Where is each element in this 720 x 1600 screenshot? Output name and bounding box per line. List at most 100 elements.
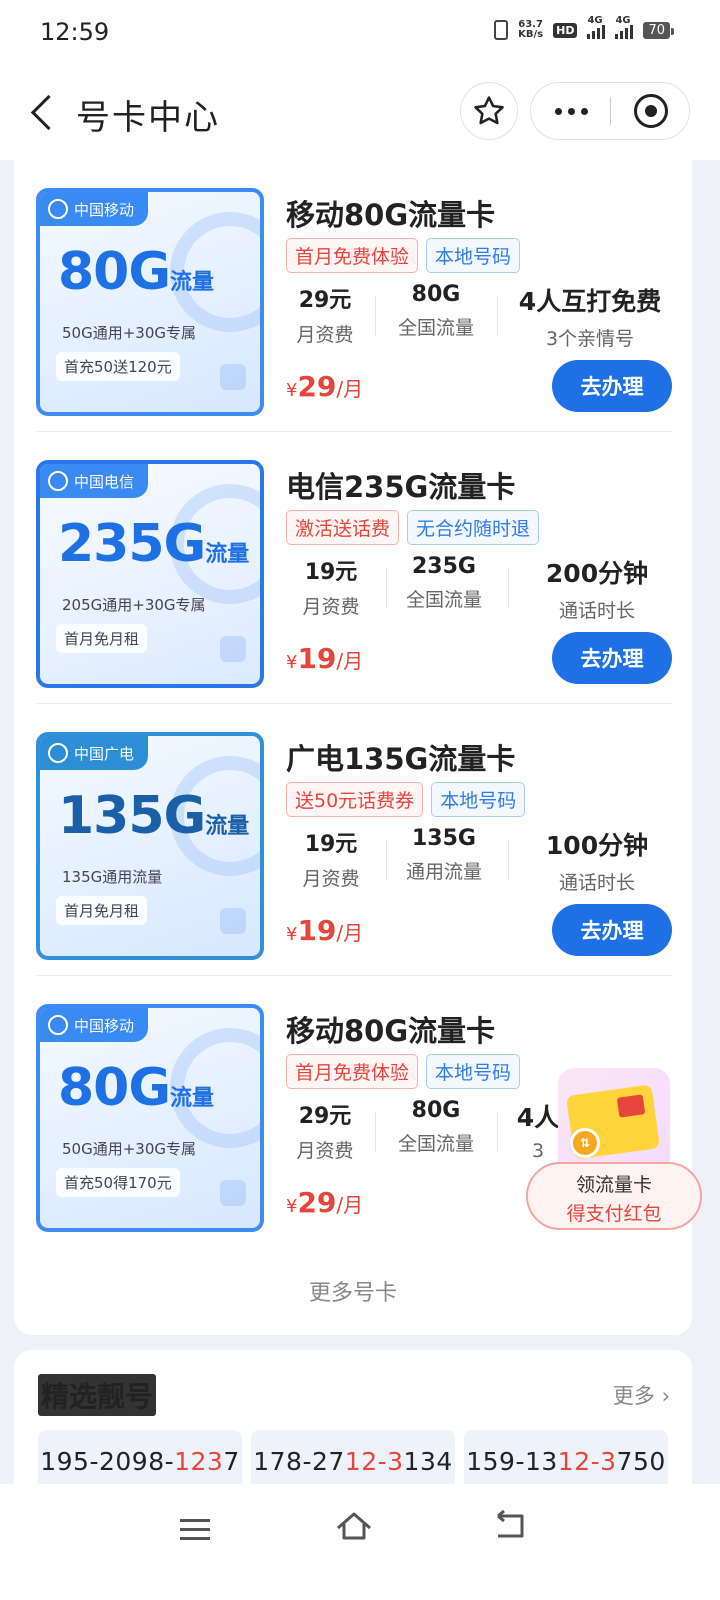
carrier-badge: 中国广电 [40, 736, 149, 770]
number-option[interactable]: 159-13 12-3 750 [464, 1430, 668, 1492]
page-title: 号卡中心 [76, 98, 220, 138]
card-specs: 29元 月资费 80G 全国流量 4人互打免费 3个亲情号 [286, 282, 672, 350]
carrier-badge: 中国电信 [40, 464, 149, 498]
promo-tag: 激活送话费 [286, 510, 400, 545]
sim-chip-icon [220, 364, 246, 390]
sim-chip-icon [220, 1180, 246, 1206]
card-tags: 送50元话费券 本地号码 [286, 782, 526, 817]
sim1-label: 4G [587, 15, 603, 26]
card-thumbnail: 中国广电 135G流量 135G通用流量 首月免月租 [36, 732, 264, 960]
spec-data: 235G 全国流量 [405, 554, 482, 611]
system-nav-bar [0, 1484, 720, 1600]
spec-extra: 100分钟 通话时长 [545, 831, 649, 894]
sim-chip-icon [220, 908, 246, 934]
feature-tag: 本地号码 [426, 1054, 521, 1089]
signal-icon-sim2: 4G [615, 15, 634, 39]
card-name: 广电135G流量卡 [286, 742, 516, 776]
thumbnail-data-amount: 80G流量 [58, 242, 215, 302]
thumbnail-data-amount: 80G流量 [58, 1058, 215, 1118]
card-thumbnail: 中国电信 235G流量 205G通用+30G专属 首月免月租 [36, 460, 264, 688]
card-tags: 首月免费体验 本地号码 [286, 238, 521, 273]
sim2-label: 4G [615, 15, 631, 26]
more-cards-link[interactable]: 更多号卡 [14, 1275, 692, 1307]
carrier-badge: 中国移动 [40, 1008, 149, 1042]
thumbnail-offer: 首充50送120元 [56, 352, 180, 381]
target-icon [634, 94, 668, 128]
card-name: 移动80G流量卡 [286, 198, 496, 232]
system-icons: 63.7 KB/s HD 4G 4G 70 [494, 15, 674, 40]
spec-extra: 200分钟 通话时长 [545, 559, 649, 622]
more-numbers-link[interactable]: 更多 › [613, 1380, 670, 1410]
spec-data: 80G 全国流量 [397, 282, 474, 339]
spec-fee: 29元 月资费 [296, 1104, 354, 1162]
promo-tag: 首月免费体验 [286, 238, 419, 273]
china-mobile-logo-icon [48, 199, 68, 219]
thumbnail-offer: 首月免月租 [56, 624, 148, 653]
thumbnail-detail: 50G通用+30G专属 [62, 1140, 196, 1158]
card-info: 电信235G流量卡 激活送话费 无合约随时退 19元 月资费 235G 全国流量 2… [286, 432, 672, 704]
card-price: ¥29/月 [286, 1186, 364, 1219]
recent-apps-icon[interactable] [180, 1514, 214, 1544]
back-arrow-icon[interactable] [24, 92, 64, 132]
number-option[interactable]: 178-27 12-3 134 [251, 1430, 455, 1492]
promo-line1: 领流量卡 [575, 1174, 652, 1196]
spec-data: 135G 通用流量 [405, 826, 482, 883]
transfer-icon: ⇅ [570, 1128, 600, 1158]
battery-icon: 70 [643, 21, 674, 39]
card-item[interactable]: 中国电信 235G流量 205G通用+30G专属 首月免月租 电信235G流量卡… [36, 432, 672, 704]
section-title: 精选靓号 [38, 1374, 157, 1416]
capsule-menu [530, 82, 690, 140]
close-mini-program-button[interactable] [611, 83, 691, 139]
hd-icon: HD [553, 22, 578, 38]
china-telecom-logo-icon [48, 471, 68, 491]
thumbnail-detail: 135G通用流量 [62, 868, 163, 886]
feature-tag: 本地号码 [426, 238, 521, 273]
spec-fee: 19元 月资费 [302, 832, 360, 890]
thumbnail-detail: 50G通用+30G专属 [62, 324, 196, 342]
apply-button[interactable]: 去办理 [552, 360, 672, 412]
card-item[interactable]: 中国移动 80G流量 50G通用+30G专属 首充50送120元 移动80G流量… [36, 160, 672, 432]
card-price: ¥29/月 [286, 370, 364, 403]
spec-extra: 4人互打免费 3个亲情号 [518, 287, 662, 350]
card-info: 移动80G流量卡 首月免费体验 本地号码 29元 月资费 80G 全国流量 4人互打… [286, 160, 672, 432]
network-speed: 63.7 KB/s [518, 20, 543, 40]
promo-tag: 首月免费体验 [286, 1054, 419, 1089]
feature-tag: 无合约随时退 [407, 510, 540, 545]
card-price: ¥19/月 [286, 642, 364, 675]
thumbnail-data-amount: 235G流量 [58, 514, 250, 574]
apply-button[interactable]: 去办理 [552, 632, 672, 684]
signal-icon-sim1: 4G [587, 15, 606, 39]
chevron-right-icon: › [661, 1384, 670, 1408]
thumbnail-offer: 首充50得170元 [56, 1168, 180, 1197]
apply-button[interactable]: 去办理 [552, 904, 672, 956]
card-thumbnail: 中国移动 80G流量 50G通用+30G专属 首充50送120元 [36, 188, 264, 416]
flow-card-promo-widget[interactable]: ⇅ 领流量卡 得支付红包 [526, 1068, 702, 1232]
vibrate-icon [494, 20, 509, 40]
status-time: 12:59 [40, 18, 110, 46]
feature-tag: 本地号码 [431, 782, 526, 817]
card-specs: 19元 月资费 135G 通用流量 100分钟 通话时长 [286, 826, 672, 894]
card-info: 广电135G流量卡 送50元话费券 本地号码 19元 月资费 135G 通用流量 1… [286, 704, 672, 976]
card-thumbnail: 中国移动 80G流量 50G通用+30G专属 首充50得170元 [36, 1004, 264, 1232]
china-mobile-logo-icon [48, 1015, 68, 1035]
thumbnail-offer: 首月免月租 [56, 896, 148, 925]
home-icon[interactable] [334, 1508, 374, 1544]
carrier-badge: 中国移动 [40, 192, 149, 226]
star-icon [474, 96, 504, 125]
card-name: 移动80G流量卡 [286, 1014, 496, 1048]
spec-data: 80G 全国流量 [397, 1098, 474, 1155]
thumbnail-data-amount: 135G流量 [58, 786, 250, 846]
promo-bubble[interactable]: 领流量卡 得支付红包 [526, 1162, 702, 1230]
card-name: 电信235G流量卡 [286, 470, 516, 504]
card-price: ¥19/月 [286, 914, 364, 947]
more-options-button[interactable] [531, 83, 611, 139]
favorite-button[interactable] [460, 82, 518, 140]
sim-chip-icon [220, 636, 246, 662]
thumbnail-detail: 205G通用+30G专属 [62, 596, 206, 614]
card-tags: 激活送话费 无合约随时退 [286, 510, 540, 545]
card-item[interactable]: 中国广电 135G流量 135G通用流量 首月免月租 广电135G流量卡 送50… [36, 704, 672, 976]
promo-line2: 得支付红包 [566, 1203, 662, 1225]
card-tags: 首月免费体验 本地号码 [286, 1054, 521, 1089]
number-option[interactable]: 195-2098- 123 7 [38, 1430, 242, 1492]
back-nav-icon[interactable] [490, 1508, 530, 1544]
